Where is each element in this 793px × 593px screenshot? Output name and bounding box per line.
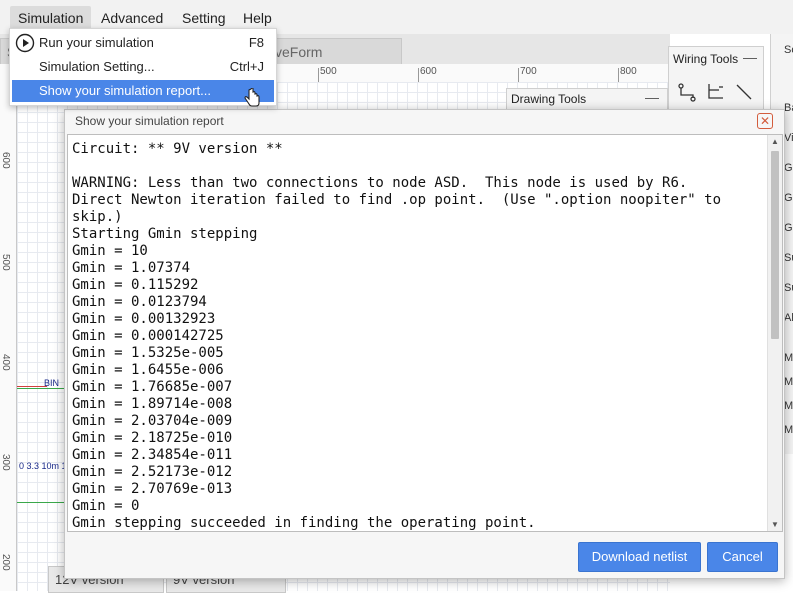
- side-panel-item[interactable]: Su: [784, 252, 793, 264]
- vertical-scrollbar[interactable]: ▲ ▼: [767, 135, 782, 531]
- hand-cursor-icon: [244, 88, 260, 107]
- download-netlist-button[interactable]: Download netlist: [578, 542, 701, 572]
- simulation-menu: Run your simulation F8 Simulation Settin…: [9, 28, 277, 106]
- elbow-wire-icon[interactable]: [677, 81, 699, 103]
- tab-label: veForm: [275, 44, 323, 60]
- menu-item-run-simulation[interactable]: Run your simulation F8: [12, 32, 274, 54]
- ruler-tick: [618, 68, 619, 82]
- diagonal-line-icon[interactable]: [733, 81, 755, 103]
- drawing-tools-title: Drawing Tools: [511, 92, 587, 106]
- menu-item-label: Run your simulation: [39, 35, 154, 50]
- ruler-label: 500: [320, 66, 337, 77]
- side-panel-item[interactable]: M: [784, 424, 793, 436]
- tab-waveform[interactable]: veForm: [268, 38, 402, 65]
- ruler-label: 300: [0, 454, 11, 471]
- source-parameters: 0 3.3 10m 1: [19, 461, 67, 471]
- ruler-tick: [418, 68, 419, 82]
- menu-item-show-report[interactable]: Show your simulation report...: [12, 80, 274, 102]
- report-text: Circuit: ** 9V version ** WARNING: Less …: [72, 141, 722, 531]
- simulation-report-dialog: Show your simulation report ✕ Circuit: *…: [64, 109, 785, 579]
- ruler-label: 600: [420, 66, 437, 77]
- side-panel-item[interactable]: M: [784, 376, 793, 388]
- ruler-tick: [518, 68, 519, 82]
- wiring-tools-title: Wiring Tools: [673, 52, 739, 66]
- wire: [17, 502, 65, 503]
- vertical-ruler: 600 500 400 300 200: [0, 82, 17, 591]
- wire: [17, 388, 65, 389]
- ruler-label: 600: [0, 152, 11, 169]
- minimize-button[interactable]: —: [645, 89, 659, 105]
- ruler-label: 700: [520, 66, 537, 77]
- menu-advanced[interactable]: Advanced: [101, 10, 163, 26]
- menu-item-label: Show your simulation report...: [39, 83, 211, 98]
- menu-help[interactable]: Help: [243, 10, 272, 26]
- menu-item-label: Simulation Setting...: [39, 59, 155, 74]
- ruler-label: 200: [0, 554, 11, 571]
- cancel-button[interactable]: Cancel: [707, 542, 778, 572]
- close-icon: ✕: [759, 114, 771, 128]
- wire: [17, 386, 47, 387]
- net-label: BIN: [44, 378, 60, 388]
- play-icon: [15, 33, 35, 53]
- side-panel-item[interactable]: Su: [784, 282, 793, 294]
- close-button[interactable]: ✕: [757, 113, 773, 129]
- menu-item-simulation-setting[interactable]: Simulation Setting... Ctrl+J: [12, 56, 274, 78]
- menu-item-shortcut: F8: [248, 35, 264, 50]
- minimize-button[interactable]: —: [743, 49, 757, 65]
- side-panel-item[interactable]: Vi: [784, 132, 793, 144]
- drawing-tools-panel: Drawing Tools —: [506, 88, 668, 109]
- scroll-up-icon[interactable]: ▲: [771, 137, 779, 146]
- wiring-tools-panel: Wiring Tools —: [668, 46, 764, 110]
- side-panel-item[interactable]: Ba: [784, 102, 793, 114]
- side-panel-item[interactable]: Al: [784, 312, 793, 324]
- ruler-tick: [318, 68, 319, 82]
- side-panel-item[interactable]: G: [784, 222, 793, 234]
- dialog-title: Show your simulation report: [75, 114, 224, 128]
- scrollbar-thumb[interactable]: [771, 151, 779, 339]
- side-panel-item[interactable]: M: [784, 352, 793, 364]
- menu-setting[interactable]: Setting: [182, 10, 226, 26]
- side-panel-item[interactable]: M: [784, 400, 793, 412]
- report-text-area[interactable]: Circuit: ** 9V version ** WARNING: Less …: [67, 134, 783, 532]
- tee-wire-icon[interactable]: [705, 81, 727, 103]
- side-panel-item[interactable]: G: [784, 162, 793, 174]
- ruler-label: 400: [0, 354, 11, 371]
- ruler-label: 800: [620, 66, 637, 77]
- scroll-down-icon[interactable]: ▼: [771, 520, 779, 529]
- menu-item-shortcut: Ctrl+J: [229, 59, 264, 74]
- ruler-label: 500: [0, 254, 11, 271]
- menu-simulation[interactable]: Simulation: [10, 6, 92, 30]
- side-panel-item[interactable]: G: [784, 192, 793, 204]
- side-panel-header: Sc: [784, 44, 793, 56]
